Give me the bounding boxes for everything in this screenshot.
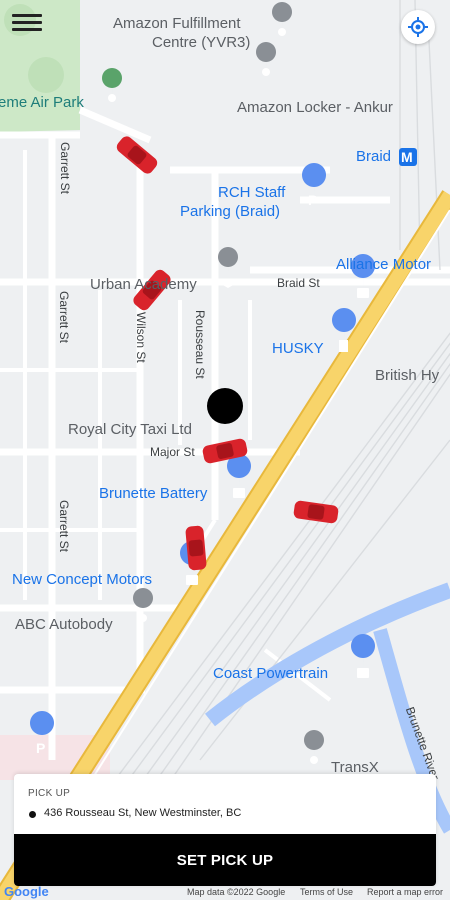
svg-text:P: P: [36, 740, 45, 756]
svg-text:M: M: [401, 149, 413, 165]
my-location-button[interactable]: [401, 10, 435, 44]
place-label: Brunette Battery: [99, 485, 208, 502]
pickup-address[interactable]: 436 Rousseau St, New Westminster, BC: [44, 807, 241, 819]
place-label: Urban Academy: [90, 276, 197, 293]
terms-link[interactable]: Terms of Use: [300, 887, 353, 897]
pickup-card: PICK UP 436 Rousseau St, New Westminster…: [14, 774, 436, 886]
place-label: Alliance Motor: [336, 256, 432, 273]
street-label: Garrett St: [57, 500, 71, 553]
hamburger-icon: [12, 14, 42, 17]
place-label: Braid: [356, 148, 392, 165]
street-label: Rousseau St: [193, 310, 207, 379]
menu-button[interactable]: [12, 10, 42, 38]
pickup-dot-icon: [29, 811, 36, 818]
pickup-location-marker[interactable]: [207, 388, 243, 424]
place-label: New Concept Motors: [12, 571, 153, 588]
place-label: RCH Staff: [218, 184, 286, 201]
street-label: Wilson St: [134, 312, 148, 363]
place-label: British Hy: [375, 367, 440, 384]
svg-text:P: P: [308, 192, 317, 208]
place-label: Parking (Braid): [180, 203, 281, 220]
map-view[interactable]: P P M: [0, 0, 450, 900]
place-label: ABC Autobody: [15, 616, 113, 633]
place-label: Amazon Locker - Ankur: [237, 99, 393, 116]
street-label: Braid St: [277, 276, 320, 290]
place-label: Centre (YVR3): [152, 34, 251, 51]
pickup-title: PICK UP: [28, 788, 71, 799]
street-label: Garrett St: [58, 142, 72, 195]
map-footer: Map data ©2022 Google Terms of Use Repor…: [0, 886, 450, 900]
place-label: HUSKY: [272, 340, 324, 357]
set-pickup-button[interactable]: SET PICK UP: [14, 834, 436, 886]
place-label: Coast Powertrain: [213, 665, 329, 682]
street-label: Garrett St: [57, 291, 71, 344]
app-screen: P P M Amazon Fulfillment Centre (YVR3) A…: [0, 0, 450, 900]
street-label: Major St: [150, 445, 195, 459]
place-label: Royal City Taxi Ltd: [68, 421, 192, 438]
place-label: eme Air Park: [0, 94, 84, 111]
place-label: Amazon Fulfillment: [113, 15, 241, 32]
crosshair-location-icon: [408, 17, 428, 37]
report-error-link[interactable]: Report a map error: [367, 887, 443, 897]
map-data-text: Map data ©2022 Google: [187, 887, 286, 897]
vehicle-marker: [185, 525, 207, 571]
